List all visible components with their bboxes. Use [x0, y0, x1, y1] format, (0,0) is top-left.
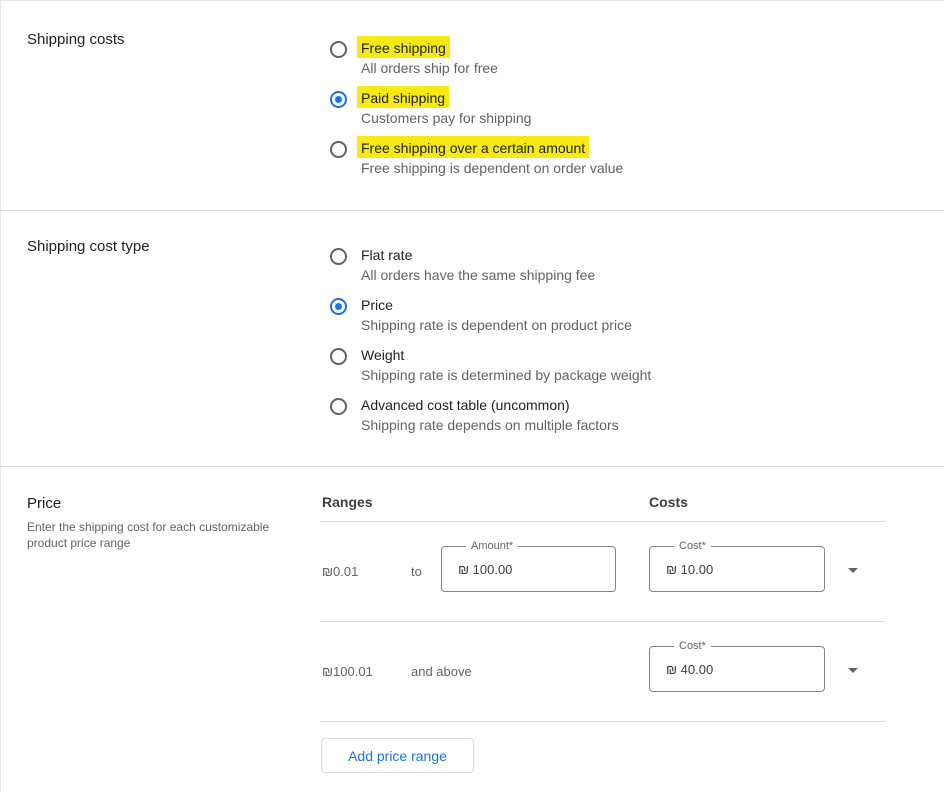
radio-description: All orders ship for free — [361, 60, 498, 76]
radio-label: Price — [361, 297, 393, 313]
radio-description: All orders have the same shipping fee — [361, 267, 596, 283]
radio-description: Shipping rate depends on multiple factor… — [361, 417, 619, 433]
amount-field-value[interactable]: ₪ 100.00 — [458, 562, 512, 577]
radio-circle-checked[interactable] — [330, 298, 347, 315]
radio-price[interactable]: Price Shipping rate is dependent on prod… — [330, 295, 910, 335]
radio-label: Advanced cost table (uncommon) — [361, 397, 570, 413]
range-from-value: ₪100.01 — [322, 664, 373, 679]
radio-free-shipping[interactable]: Free shipping All orders ship for free — [330, 36, 910, 78]
radio-circle[interactable] — [330, 248, 347, 265]
cost-field-label: Cost* — [674, 639, 711, 653]
range-from-value: ₪0.01 — [322, 564, 359, 579]
radio-weight[interactable]: Weight Shipping rate is determined by pa… — [330, 345, 910, 385]
amount-field[interactable]: Amount* ₪ 100.00 — [441, 539, 616, 592]
radio-description: Customers pay for shipping — [361, 110, 532, 126]
radio-label: Free shipping — [357, 36, 450, 58]
price-description: Enter the shipping cost for each customi… — [27, 520, 270, 550]
cost-field-value[interactable]: ₪ 40.00 — [666, 662, 713, 677]
dropdown-caret-icon[interactable] — [848, 568, 858, 573]
costs-header: Costs — [649, 494, 688, 510]
shipping-cost-type-title: Shipping cost type — [27, 238, 150, 255]
radio-label: Flat rate — [361, 247, 413, 263]
section-divider — [0, 466, 944, 467]
cost-field-label: Cost* — [674, 539, 711, 553]
table-row-divider — [320, 621, 885, 622]
frame-left-border — [0, 0, 1, 792]
radio-paid-shipping[interactable]: Paid shipping Customers pay for shipping — [330, 86, 910, 128]
radio-description: Free shipping is dependent on order valu… — [361, 160, 624, 176]
radio-advanced-cost-table[interactable]: Advanced cost table (uncommon) Shipping … — [330, 395, 910, 435]
section-divider — [0, 210, 944, 211]
dropdown-caret-icon[interactable] — [848, 668, 858, 673]
radio-flat-rate[interactable]: Flat rate All orders have the same shipp… — [330, 245, 910, 285]
range-connector: and above — [411, 664, 472, 679]
radio-circle[interactable] — [330, 41, 347, 58]
add-price-range-button[interactable]: Add price range — [321, 738, 474, 773]
radio-circle[interactable] — [330, 141, 347, 158]
radio-label: Weight — [361, 347, 405, 363]
table-row-divider — [320, 721, 885, 722]
table-row-divider — [320, 521, 885, 522]
amount-field-label: Amount* — [466, 539, 519, 553]
ranges-header: Ranges — [322, 494, 373, 510]
radio-circle[interactable] — [330, 348, 347, 365]
price-title: Price — [27, 495, 62, 512]
cost-field-value[interactable]: ₪ 10.00 — [666, 562, 713, 577]
shipping-costs-title: Shipping costs — [27, 31, 125, 48]
radio-label: Paid shipping — [357, 86, 450, 108]
range-connector: to — [411, 564, 422, 579]
radio-description: Shipping rate is dependent on product pr… — [361, 317, 632, 333]
radio-free-shipping-over-amount[interactable]: Free shipping over a certain amount Free… — [330, 136, 910, 178]
cost-field[interactable]: Cost* ₪ 40.00 — [649, 639, 825, 692]
cost-field[interactable]: Cost* ₪ 10.00 — [649, 539, 825, 592]
frame-top-border — [0, 0, 944, 1]
radio-circle[interactable] — [330, 398, 347, 415]
radio-circle-checked[interactable] — [330, 91, 347, 108]
radio-label: Free shipping over a certain amount — [357, 136, 590, 158]
radio-description: Shipping rate is determined by package w… — [361, 367, 652, 383]
